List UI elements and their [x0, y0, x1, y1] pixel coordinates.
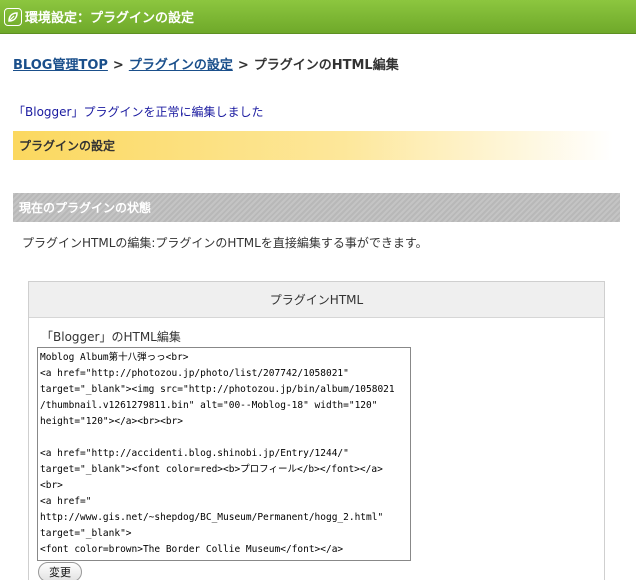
titlebar: 環境設定：プラグインの設定 — [0, 0, 636, 34]
edit-label: 「Blogger」のHTML編集 — [41, 330, 181, 344]
code-line: target="_blank"><font color=red><b>プロフィー… — [40, 464, 383, 475]
success-message: 「Blogger」プラグインを正常に編集しました — [13, 105, 264, 119]
section-heading-plugin-settings: プラグインの設定 — [13, 131, 613, 160]
plugin-html-panel: プラグインHTML 「Blogger」のHTML編集 Moblog Album第… — [28, 281, 605, 580]
breadcrumb-separator: > — [112, 58, 124, 73]
breadcrumb-link-plugin-settings[interactable]: プラグインの設定 — [129, 58, 233, 73]
panel-header: プラグインHTML — [29, 282, 604, 318]
breadcrumb-link-blog-top[interactable]: BLOG管理TOP — [13, 58, 108, 73]
code-line: target="_blank"> — [40, 528, 132, 539]
code-line: <a href=" — [40, 496, 92, 507]
section-heading-current-state: 現在のプラグインの状態 — [13, 193, 620, 222]
leaf-icon — [4, 7, 22, 26]
code-line: Moblog Album第十八弾っっ<br> — [40, 352, 189, 363]
code-line: target="_blank"><img src="http://photozo… — [40, 384, 395, 395]
page-title: 環境設定：プラグインの設定 — [25, 11, 195, 26]
code-line: <a href="http://photozou.jp/photo/list/2… — [40, 368, 349, 379]
breadcrumb-separator: > — [237, 58, 249, 73]
html-editor-textarea[interactable]: Moblog Album第十八弾っっ<br> <a href="http://ph… — [37, 347, 411, 561]
code-line: http://www.gis.net/~shepdog/BC_Museum/Pe… — [40, 512, 384, 523]
code-line: <font color=brown>The Border Collie Muse… — [40, 544, 344, 555]
code-line: height="120"></a><br><br> — [40, 416, 183, 427]
code-line: <br> — [40, 480, 63, 491]
description-text: プラグインHTMLの編集:プラグインのHTMLを直接編集する事ができます。 — [22, 236, 428, 250]
code-line: <a href="http://accidenti.blog.shinobi.j… — [40, 448, 349, 459]
code-line: /thumbnail.v1261279811.bin" alt="00--Mob… — [40, 400, 378, 411]
save-button[interactable]: 変更 — [38, 562, 82, 580]
breadcrumb-current: プラグインのHTML編集 — [253, 58, 399, 73]
breadcrumb: BLOG管理TOP > プラグインの設定 > プラグインのHTML編集 — [13, 54, 399, 73]
